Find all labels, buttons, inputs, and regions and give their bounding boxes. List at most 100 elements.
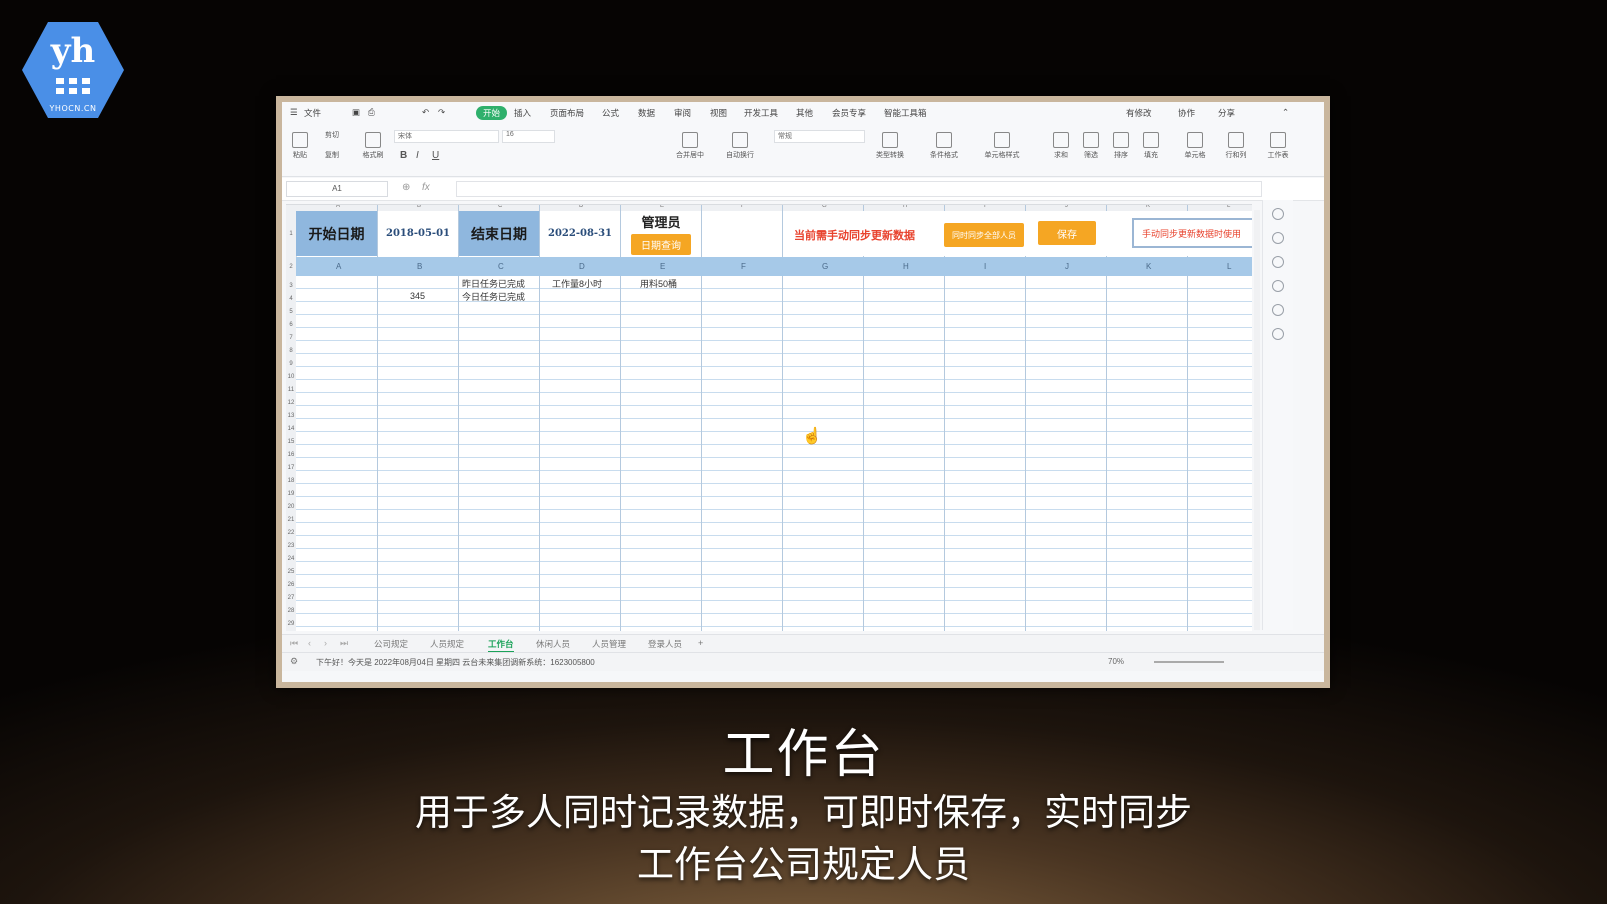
tab-staff-management[interactable]: 人员管理 (592, 638, 626, 650)
menu-review[interactable]: 审阅 (674, 107, 691, 119)
italic-button[interactable]: I (416, 150, 419, 161)
status-bar: ⚙ 下午好！今天是 2022年08月04日 星期四 云台未来集团调新系统：162… (282, 652, 1324, 671)
ribbon-toolbar: 粘贴 剪切 复制 格式刷 宋体 16 B I U 合并居中 自动换行 常规 类型… (282, 124, 1324, 177)
menu-view[interactable]: 视图 (710, 107, 727, 119)
underline-button[interactable]: U (432, 150, 439, 161)
start-date-label: 开始日期 (296, 211, 377, 256)
last-sheet-icon[interactable]: ⏭ (340, 638, 348, 649)
hand-cursor-icon: ☝ (802, 428, 822, 445)
cell-c4[interactable]: 今日任务已完成 (462, 290, 525, 303)
admin-label: 管理员 (641, 216, 681, 231)
paste-button[interactable]: 粘贴 (288, 132, 312, 160)
sync-callout: 手动同步更新数据时使用 (1132, 218, 1252, 248)
filter-button[interactable]: 筛选 (1078, 132, 1104, 160)
menu-smart-tools[interactable]: 智能工具箱 (884, 107, 927, 119)
action-collaborate[interactable]: 协作 (1178, 107, 1195, 119)
save-button[interactable]: 保存 (1038, 221, 1096, 245)
menu-page-layout[interactable]: 页面布局 (550, 107, 584, 119)
menu-data[interactable]: 数据 (638, 107, 655, 119)
formula-input[interactable] (456, 181, 1262, 197)
location-icon[interactable] (1272, 328, 1284, 340)
first-sheet-icon[interactable]: ⏮ (290, 638, 298, 649)
menu-developer[interactable]: 开发工具 (744, 107, 778, 119)
type-convert-button[interactable]: 类型转换 (868, 132, 912, 160)
format-painter-button[interactable]: 格式刷 (358, 132, 388, 160)
start-date-value[interactable]: 2018-05-01 (378, 211, 458, 256)
help-icon[interactable] (1272, 280, 1284, 292)
zoom-slider[interactable] (1154, 661, 1224, 663)
tab-staff-rules[interactable]: 人员规定 (430, 638, 464, 650)
tab-leisure-staff[interactable]: 休闲人员 (536, 638, 570, 650)
sort-button[interactable]: 排序 (1108, 132, 1134, 160)
cell-d3[interactable]: 工作量8小时 (552, 277, 602, 290)
action-modified[interactable]: 有修改 (1126, 107, 1152, 119)
date-query-button[interactable]: 日期查询 (631, 234, 691, 255)
cut-button[interactable]: 剪切 (318, 130, 346, 140)
shape-icon[interactable] (1272, 256, 1284, 268)
data-rows[interactable] (296, 276, 1252, 631)
caption-line-1: 用于多人同时记录数据，可即时保存，实时同步 (415, 791, 1192, 834)
sum-button[interactable]: 求和 (1048, 132, 1074, 160)
caption-title: 工作台 (722, 725, 885, 785)
share-icon[interactable] (1272, 304, 1284, 316)
menu-home[interactable]: 开始 (476, 106, 508, 120)
end-date-value[interactable]: 2022-08-31 (540, 211, 620, 256)
collapse-ribbon-icon[interactable]: ⌃ (1282, 107, 1289, 118)
add-sheet-icon[interactable]: + (698, 638, 703, 648)
logo-text: yh (50, 31, 96, 71)
logo-grid-icon (56, 78, 90, 96)
right-side-panel (1262, 200, 1293, 630)
menu-formula[interactable]: 公式 (602, 107, 619, 119)
menu-file[interactable]: 文件 (304, 107, 321, 119)
formula-bar: A1 ⊕ fx (282, 178, 1324, 201)
wrap-text-button[interactable]: 自动换行 (718, 132, 762, 160)
cell-b4[interactable]: 345 (410, 291, 425, 301)
conditional-format-button[interactable]: 条件格式 (922, 132, 966, 160)
spreadsheet-grid[interactable]: ABCDEFGHIJKL 1 2 3 4 5 6 7 8 9 10 11 12 13 14 15 16 17 18… (286, 204, 1252, 631)
tab-workbench[interactable]: 工作台 (488, 638, 514, 653)
settings-icon[interactable] (1272, 232, 1284, 244)
number-format-select[interactable]: 常规 (774, 130, 865, 143)
sync-all-button[interactable]: 同时同步全部人员 (944, 223, 1024, 247)
status-icon: ⚙ (290, 656, 299, 666)
vertical-scrollbar[interactable] (1254, 210, 1260, 630)
menu-other[interactable]: 其他 (796, 107, 813, 119)
prev-sheet-icon[interactable]: ‹ (308, 638, 311, 648)
redo-icon[interactable]: ↷ (438, 107, 445, 118)
undo-icon[interactable]: ↶ (422, 107, 429, 118)
menu-icon[interactable]: ☰ (290, 107, 298, 118)
select-tool-icon[interactable] (1272, 208, 1284, 220)
worksheet-button[interactable]: 工作表 (1260, 132, 1296, 160)
column-letter-row: A B C D E F G H I J K L (296, 257, 1252, 276)
copy-button[interactable]: 复制 (318, 150, 346, 160)
fx-icon[interactable]: fx (422, 182, 430, 193)
cell-button[interactable]: 单元格 (1178, 132, 1212, 160)
menu-bar: ☰ 文件 ▣ ⎙ ↶ ↷ 开始 插入 页面布局 公式 数据 审阅 视图 开发工具… (282, 102, 1324, 125)
caption-line-2: 工作台公司规定人员 (637, 843, 970, 886)
merge-center-button[interactable]: 合并居中 (668, 132, 712, 160)
action-share[interactable]: 分享 (1218, 107, 1235, 119)
font-size-select[interactable]: 16 (502, 130, 555, 143)
spreadsheet-window: ☰ 文件 ▣ ⎙ ↶ ↷ 开始 插入 页面布局 公式 数据 审阅 视图 开发工具… (282, 102, 1324, 682)
save-icon[interactable]: ▣ (352, 107, 360, 118)
cell-e3[interactable]: 用料50桶 (640, 277, 677, 290)
logo-subtext: YHOCN.CN (49, 104, 97, 113)
zoom-icon[interactable]: ⊕ (402, 182, 410, 193)
sheet-tab-bar: ⏮ ‹ › ⏭ 公司规定 人员规定 工作台 休闲人员 人员管理 登录人员 + (282, 634, 1324, 653)
cell-style-button[interactable]: 单元格样式 (972, 132, 1032, 160)
tab-login-staff[interactable]: 登录人员 (648, 638, 682, 650)
next-sheet-icon[interactable]: › (324, 638, 327, 648)
rows-columns-button[interactable]: 行和列 (1218, 132, 1254, 160)
cell-c3[interactable]: 昨日任务已完成 (462, 277, 525, 290)
menu-insert[interactable]: 插入 (514, 107, 531, 119)
font-name-select[interactable]: 宋体 (394, 130, 499, 143)
fill-button[interactable]: 填充 (1138, 132, 1164, 160)
cell-reference-box[interactable]: A1 (286, 181, 388, 197)
bold-button[interactable]: B (400, 150, 407, 161)
menu-member[interactable]: 会员专享 (832, 107, 866, 119)
end-date-label: 结束日期 (459, 211, 539, 256)
status-text: 下午好！今天是 2022年08月04日 星期四 云台未来集团调新系统：16230… (316, 658, 595, 667)
tab-company-rules[interactable]: 公司规定 (374, 638, 408, 650)
screen-frame: ☰ 文件 ▣ ⎙ ↶ ↷ 开始 插入 页面布局 公式 数据 审阅 视图 开发工具… (276, 96, 1330, 688)
print-icon[interactable]: ⎙ (368, 107, 375, 118)
